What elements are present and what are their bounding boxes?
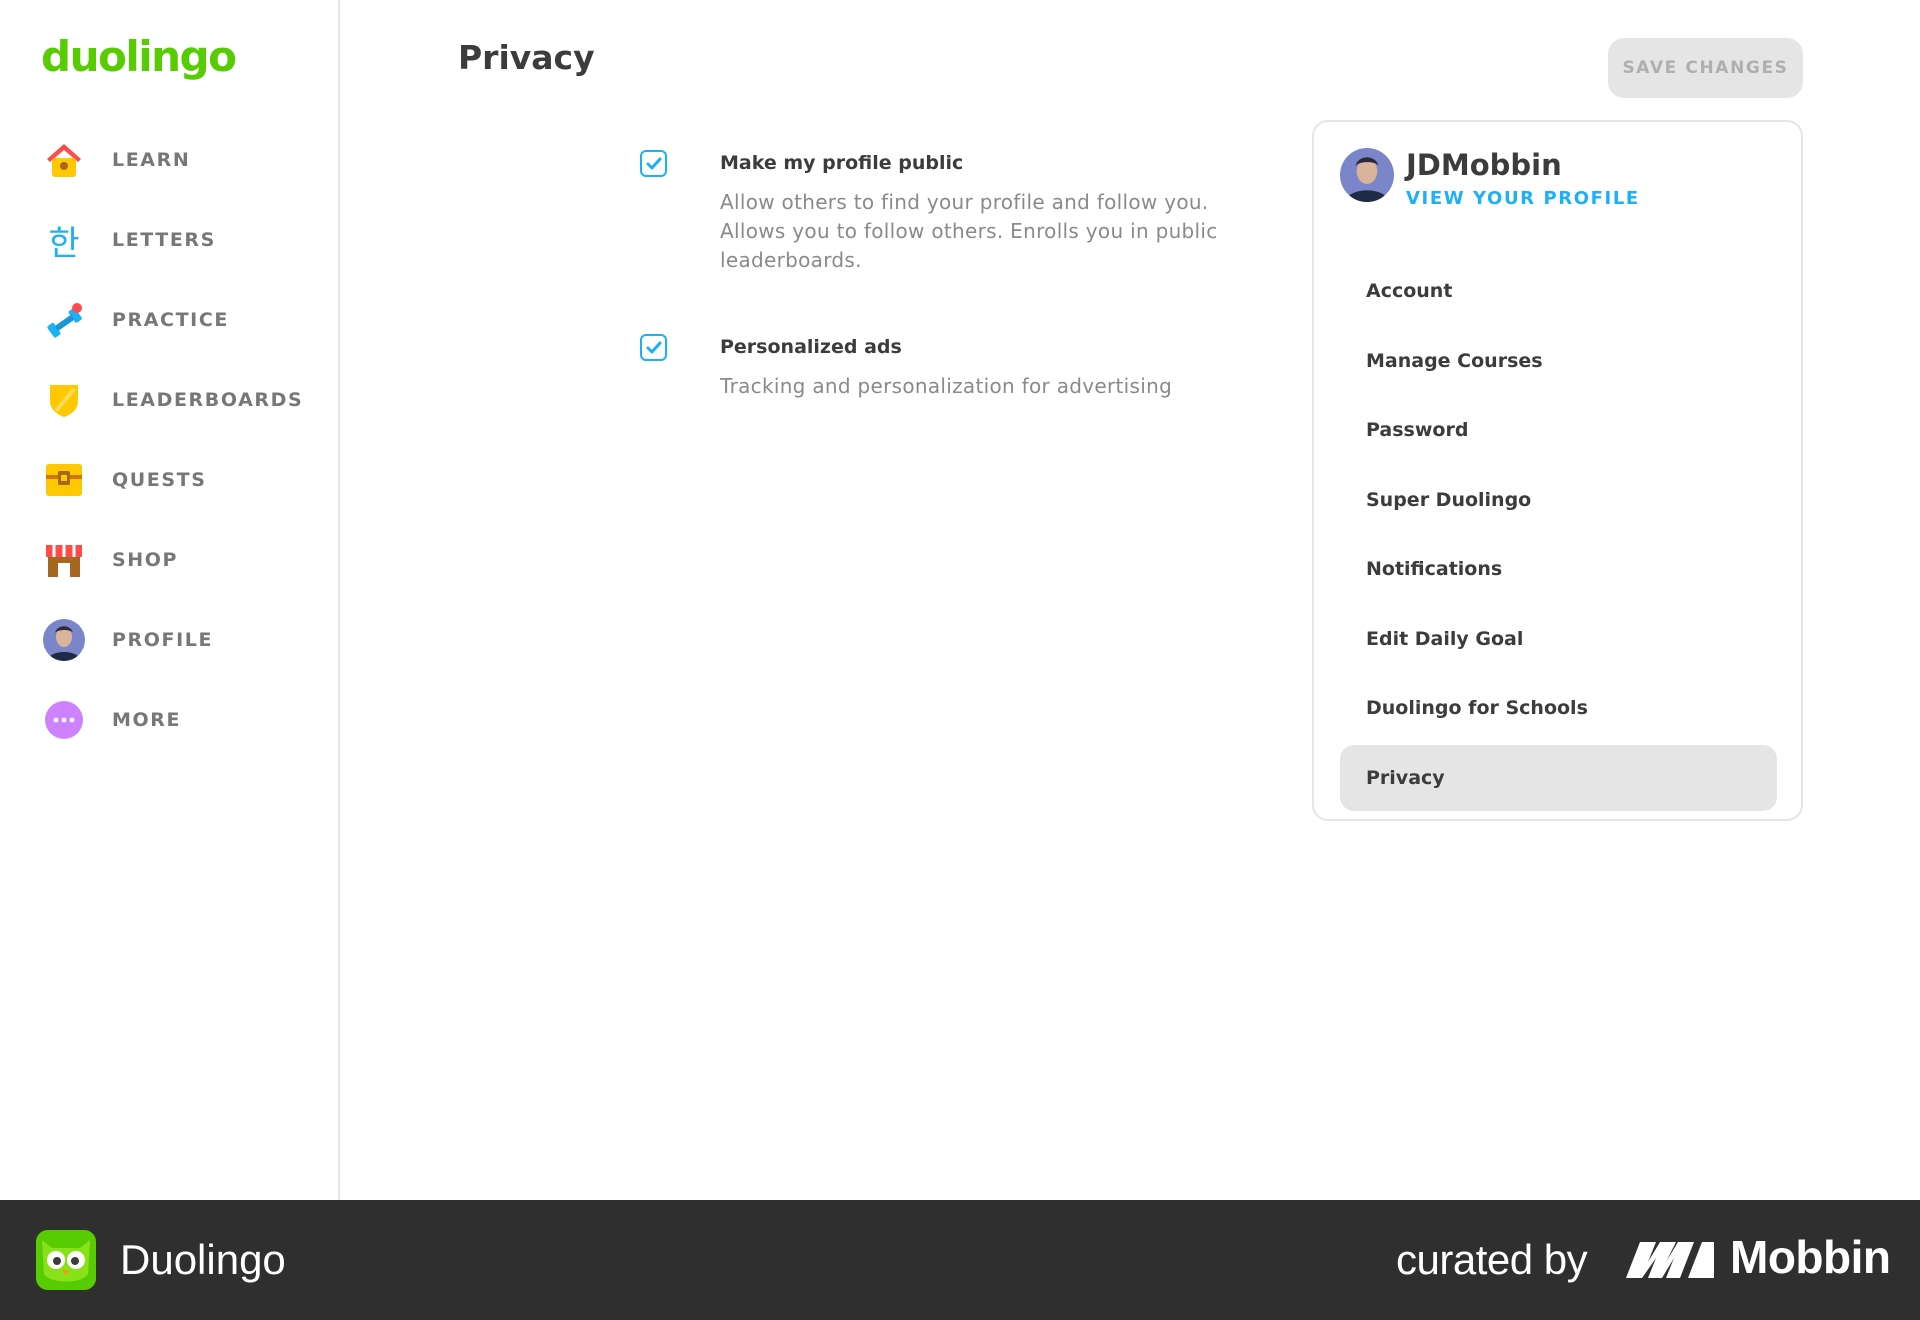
setting-title: Personalized ads xyxy=(720,336,902,358)
mobbin-wordmark: Mobbin xyxy=(1730,1231,1891,1283)
settings-panel: JDMobbin VIEW YOUR PROFILE Account Manag… xyxy=(1312,120,1803,821)
sidebar-item-learn[interactable]: LEARN xyxy=(0,120,340,200)
check-icon xyxy=(646,341,661,353)
profile-public-checkbox[interactable] xyxy=(640,150,667,177)
duolingo-owl-icon xyxy=(36,1230,96,1290)
sidebar-item-label: SHOP xyxy=(112,549,179,571)
view-profile-link[interactable]: VIEW YOUR PROFILE xyxy=(1406,188,1640,209)
menu-item-duolingo-for-schools[interactable]: Duolingo for Schools xyxy=(1340,675,1777,741)
setting-description: Tracking and personalization for adverti… xyxy=(720,374,1173,398)
check-icon xyxy=(646,157,661,169)
mobbin-logo-icon xyxy=(1626,1238,1714,1282)
sidebar-item-practice[interactable]: PRACTICE xyxy=(0,280,340,360)
sidebar-item-label: LEARN xyxy=(112,149,191,171)
menu-item-account[interactable]: Account xyxy=(1340,258,1777,324)
menu-item-super-duolingo[interactable]: Super Duolingo xyxy=(1340,467,1777,533)
sidebar-item-quests[interactable]: QUESTS xyxy=(0,440,340,520)
save-changes-button[interactable]: SAVE CHANGES xyxy=(1608,38,1803,98)
menu-item-edit-daily-goal[interactable]: Edit Daily Goal xyxy=(1340,606,1777,672)
sidebar-item-profile[interactable]: PROFILE xyxy=(0,600,340,680)
menu-item-privacy[interactable]: Privacy xyxy=(1340,744,1777,811)
treasure-chest-icon xyxy=(42,458,86,502)
setting-description: Allow others to find your profile and fo… xyxy=(720,190,1218,272)
hangul-letter-icon: 한 xyxy=(48,223,80,264)
menu-item-password[interactable]: Password xyxy=(1340,397,1777,463)
menu-item-manage-courses[interactable]: Manage Courses xyxy=(1340,328,1777,394)
sidebar-item-label: LEADERBOARDS xyxy=(112,389,304,411)
shield-icon xyxy=(42,378,86,422)
sidebar-item-label: LETTERS xyxy=(112,229,216,251)
page-title: Privacy xyxy=(458,38,595,77)
personalized-ads-checkbox[interactable] xyxy=(640,334,667,361)
house-icon xyxy=(42,138,86,182)
sidebar-nav: LEARN 한 LETTERS PRACTICE LEADERBOARDS QU… xyxy=(0,120,340,760)
sidebar-item-label: PROFILE xyxy=(112,629,214,651)
avatar[interactable] xyxy=(1340,148,1394,202)
footer-app-name: Duolingo xyxy=(120,1236,286,1283)
sidebar-item-label: PRACTICE xyxy=(112,309,229,331)
menu-item-notifications[interactable]: Notifications xyxy=(1340,536,1777,602)
sidebar-item-more[interactable]: MORE xyxy=(0,680,340,760)
sidebar-item-leaderboards[interactable]: LEADERBOARDS xyxy=(0,360,340,440)
sidebar-item-shop[interactable]: SHOP xyxy=(0,520,340,600)
settings-menu: Account Manage Courses Password Super Du… xyxy=(1340,258,1777,814)
footer-banner: Duolingo curated by Mobbin xyxy=(0,1200,1920,1320)
dumbbell-icon xyxy=(42,298,86,342)
username: JDMobbin xyxy=(1406,148,1562,182)
app-window: duolingo LEARN 한 LETTERS PRACTICE LEADER… xyxy=(0,0,1920,1200)
shop-icon xyxy=(42,538,86,582)
sidebar-item-label: QUESTS xyxy=(112,469,207,491)
sidebar-item-label: MORE xyxy=(112,709,182,731)
setting-title: Make my profile public xyxy=(720,152,964,174)
more-dots-icon xyxy=(42,698,86,742)
duolingo-logo[interactable]: duolingo xyxy=(41,32,237,81)
sidebar-item-letters[interactable]: 한 LETTERS xyxy=(0,200,340,280)
curated-by-text: curated by xyxy=(1396,1236,1588,1283)
sidebar: duolingo LEARN 한 LETTERS PRACTICE LEADER… xyxy=(0,0,340,1200)
avatar-icon xyxy=(42,618,86,662)
